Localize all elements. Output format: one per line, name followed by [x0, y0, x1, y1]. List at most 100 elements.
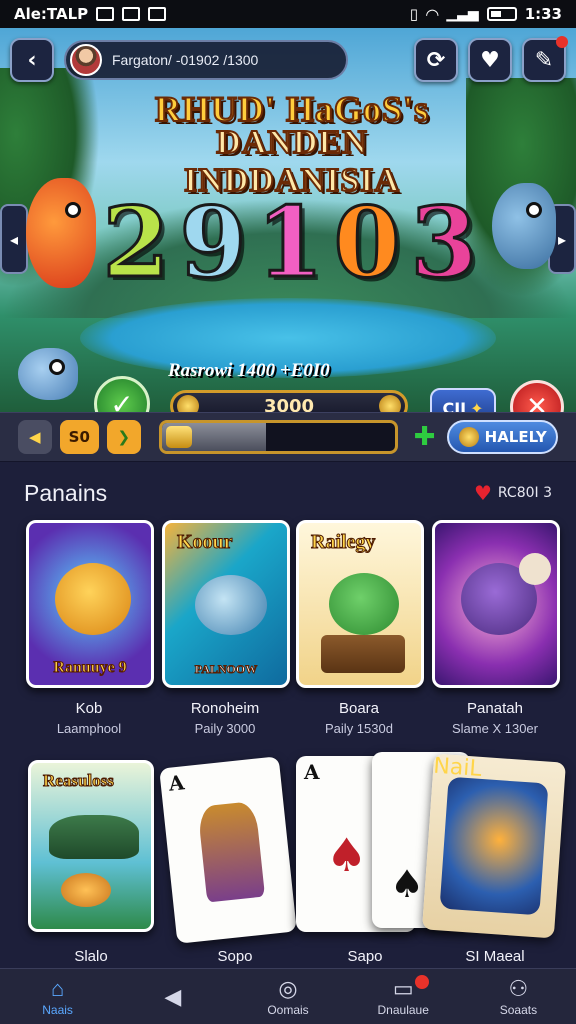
fish-icon — [55, 563, 131, 635]
nav-games[interactable]: ◎ Oomais — [230, 969, 345, 1024]
check-icon: ✓ — [110, 387, 134, 413]
game-card[interactable]: Koour PALNOOW — [162, 520, 290, 688]
playing-card[interactable]: A — [159, 756, 297, 944]
playing-card[interactable]: NaiL — [422, 753, 566, 939]
digit-3: 1 — [255, 185, 325, 301]
side-tab-right-label: ▸ — [557, 229, 567, 249]
dragon-icon — [329, 573, 399, 635]
fish-icon — [195, 575, 267, 635]
notification-dot — [556, 36, 568, 48]
tag-chip-label: HALELY — [484, 428, 547, 446]
home-icon: ⌂ — [50, 975, 65, 1001]
nav-home-label: Naais — [42, 1002, 73, 1017]
heart-icon: ♥ — [480, 47, 500, 73]
status-bar: Ale:TALP ▯ ◠ ▁▃▅ 1:33 — [0, 0, 576, 28]
app-root: Ale:TALP ▯ ◠ ▁▃▅ 1:33 ‹ Fargaton/ -01902… — [0, 0, 576, 1024]
notification-icon — [96, 7, 115, 21]
bet-button[interactable]: CII ✦ — [430, 388, 496, 412]
bet-amount-chip[interactable]: S0 — [59, 420, 100, 454]
progress-knob — [165, 426, 192, 448]
clock: 1:33 — [524, 5, 562, 23]
favorites-count[interactable]: ♥ RC80I 3 — [474, 481, 552, 505]
avatar[interactable] — [70, 44, 102, 76]
fish-icon — [61, 873, 111, 907]
card-label: Koour — [177, 531, 234, 554]
progress-bar[interactable] — [158, 420, 398, 454]
gallery-icon — [148, 7, 167, 21]
card-label: Reasuloss — [43, 771, 115, 791]
prev-button[interactable]: ◀ — [18, 420, 52, 454]
fish-left-icon — [26, 178, 96, 288]
card-sublabel: PALNOOW — [194, 662, 258, 677]
nav-downloads[interactable]: ▭ Dnaulaue — [346, 969, 461, 1024]
jackpot-bar: 3000 — [170, 390, 408, 412]
spade-icon: ♠ — [390, 862, 425, 906]
game-card[interactable]: Railegy — [296, 520, 424, 688]
edit-icon: ✎ — [534, 47, 554, 73]
coin-icon — [379, 395, 401, 412]
game-name: SI Maeal — [465, 948, 525, 965]
nav-back[interactable]: ◀ — [115, 969, 230, 1024]
fish-small-icon — [18, 348, 78, 400]
section-title: Panains — [24, 479, 108, 506]
control-strip: ◀ S0 ❯ ✚ HALELY — [0, 412, 576, 462]
favorite-button[interactable]: ♥ — [468, 38, 512, 82]
wifi-icon: ◠ — [426, 4, 439, 24]
games-section-header: Panains ♥ RC80I 3 — [24, 478, 552, 508]
game-subtitle: Laamphool — [56, 721, 122, 736]
spade-icon: ♠ — [326, 828, 368, 882]
battery-icon — [486, 7, 517, 21]
tag-chip[interactable]: HALELY — [447, 420, 558, 454]
digit-5: 3 — [409, 185, 479, 301]
card-label: Ranuuye 9 — [53, 659, 127, 677]
card-label: Railegy — [311, 531, 376, 554]
bet-amount-label: S0 — [68, 428, 90, 446]
game-name: Kob — [75, 700, 103, 717]
top-bar: ‹ Fargaton/ -01902 /1300 ⟳ ♥ ✎ — [10, 36, 568, 82]
fish-right-icon — [492, 183, 556, 269]
chest-icon — [321, 635, 405, 673]
signal-icon: ▁▃▅ — [446, 6, 479, 22]
inbox-icon: ▭ — [392, 975, 414, 1001]
refresh-button[interactable]: ⟳ — [414, 38, 458, 82]
user-info-pill[interactable]: Fargaton/ -01902 /1300 — [64, 40, 348, 80]
prev-button-label: ◀ — [29, 428, 41, 446]
nav-home[interactable]: ⌂ Naais — [0, 969, 115, 1024]
card-rank: A — [167, 770, 186, 796]
king-icon — [197, 800, 266, 903]
bet-button-label: CII — [442, 398, 467, 413]
chip-coin-icon — [458, 427, 479, 447]
image-icon — [122, 7, 141, 21]
game-card[interactable]: Reasuloss — [28, 760, 154, 932]
jackpot-label: Rasrowi 1400 +E0I0 — [168, 360, 330, 381]
close-button[interactable]: ✕ — [510, 380, 564, 412]
favorites-count-label: RC80I 3 — [497, 485, 552, 501]
game-card[interactable] — [432, 520, 560, 688]
side-tab-left[interactable]: ◂ — [0, 204, 28, 274]
user-icon: ⚇ — [508, 975, 529, 1001]
back-icon: ◀ — [164, 983, 182, 1009]
next-button-label: ❯ — [117, 428, 131, 446]
game-card[interactable]: Ranuuye 9 — [26, 520, 154, 688]
boat-icon — [49, 815, 139, 859]
nav-games-label: Oomais — [267, 1002, 309, 1017]
game-subtitle: Paily 1530d — [325, 721, 393, 736]
chevron-left-icon: ‹ — [27, 47, 37, 73]
back-button[interactable]: ‹ — [10, 38, 54, 82]
vibrate-icon: ▯ — [409, 5, 419, 23]
carrier-label: Ale:TALP — [14, 5, 89, 23]
confirm-button[interactable]: ✓ — [94, 376, 150, 412]
game-name: Ronoheim — [190, 700, 260, 717]
edit-button[interactable]: ✎ — [522, 36, 568, 82]
hero-banner: ‹ Fargaton/ -01902 /1300 ⟳ ♥ ✎ RHUD' HaG… — [0, 28, 576, 412]
coin-icon — [177, 395, 199, 412]
jackpot-value: 3000 — [263, 395, 315, 413]
nav-profile[interactable]: ⚇ Soaats — [461, 969, 576, 1024]
puzzle-icon[interactable]: ✚ — [414, 422, 436, 452]
game-name: Sapo — [347, 948, 383, 965]
game-subtitle: Slame X 130er — [452, 721, 538, 736]
nav-profile-label: Soaats — [499, 1002, 538, 1017]
bottom-nav: ⌂ Naais ◀ ◎ Oomais ▭ Dnaulaue ⚇ Soaats — [0, 968, 576, 1024]
jackpot-digits: 2 9 1 0 3 — [100, 178, 480, 308]
next-button[interactable]: ❯ — [107, 420, 141, 454]
